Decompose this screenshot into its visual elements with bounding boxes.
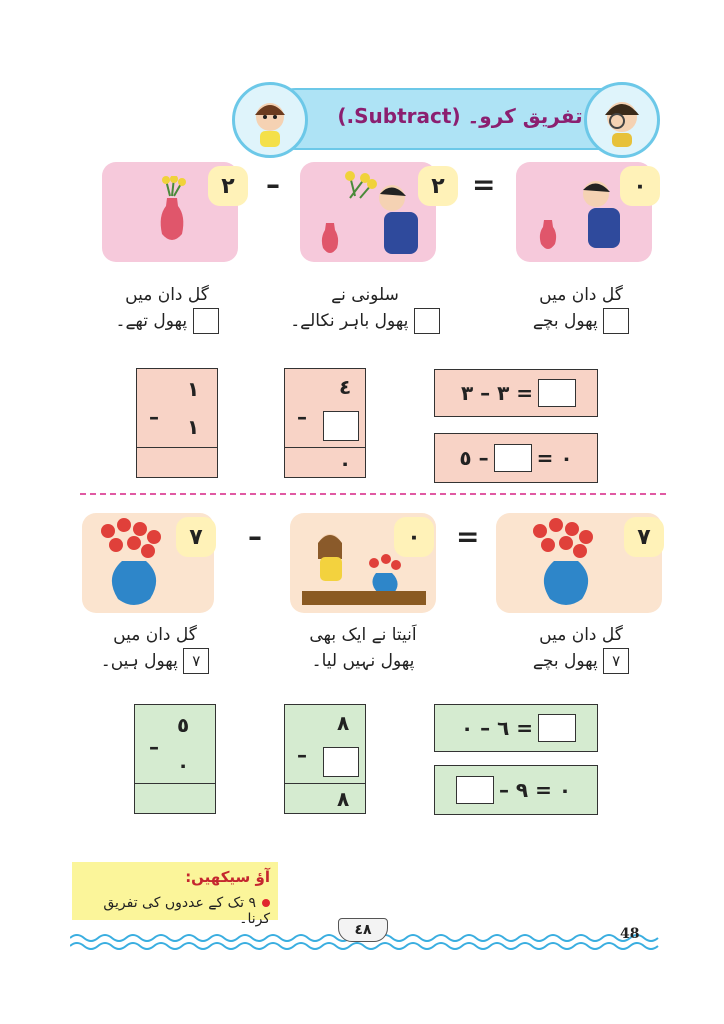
answer-box[interactable] (323, 411, 359, 441)
card-number-badge: ٠ (394, 517, 434, 557)
equation-a: ٦ – ٠ = (434, 704, 598, 752)
picture-card-taken-out (300, 162, 436, 262)
girl-avatar-icon (232, 82, 308, 158)
page-badge: ٤٨ (338, 918, 388, 942)
caption-none-taken: اَنیتا نے ایک بھی پھول نہیں لیا۔ (309, 625, 417, 671)
answer-box[interactable] (413, 308, 440, 334)
note-title: آؤ سیکھیں: (185, 868, 270, 886)
card-number-badge: ٧ (176, 517, 216, 557)
column-subtraction-b: ٤ – ٠ (284, 368, 366, 478)
equals-sign: = (472, 168, 496, 201)
answer-box[interactable] (603, 308, 630, 334)
page-title: تفریق کرو۔ (Subtract.) (337, 104, 583, 128)
card-number-badge: ٧ (624, 517, 664, 557)
bullet-icon (262, 899, 270, 907)
equation-b: – ٠ = ٩ (434, 765, 598, 815)
answer-box[interactable]: ٧ (603, 648, 630, 674)
minus-sign: – (266, 168, 280, 201)
minus-sign: – (248, 520, 262, 553)
answer-box[interactable] (192, 308, 219, 334)
answer-box[interactable] (455, 776, 494, 804)
answer-box[interactable] (538, 379, 577, 407)
equation-a: ٣ – ٣ = (434, 369, 598, 417)
column-subtraction-a: ٥ – ٠ (134, 704, 216, 814)
caption-remaining: گل دان میں ٧ پھول بچے (506, 622, 656, 674)
equals-sign: = (456, 520, 480, 553)
equation-b: ٥ – = ٠ (434, 433, 598, 483)
answer-box[interactable]: ٧ (183, 648, 210, 674)
column-subtraction-b: ٨ – ٨ (284, 704, 366, 814)
caption-initial: گل دان میں پھول تھے۔ (92, 282, 242, 334)
caption-initial: گل دان میں ٧ پھول ہیں۔ (80, 622, 230, 674)
section-divider (80, 493, 666, 495)
note-text: ٩ تک کے عددوں کی تفریق کرنا۔ (103, 895, 270, 927)
column-subtraction-a: ١ – ١ (136, 368, 218, 478)
page-number: 48 (620, 926, 640, 942)
child-magnifier-avatar-icon (584, 82, 660, 158)
card-number-badge: ٢ (418, 166, 458, 206)
answer-box[interactable] (493, 444, 532, 472)
answer-box[interactable] (323, 747, 359, 777)
card-number-badge: ٠ (620, 166, 660, 206)
caption-taken-out: سلونی نے پھول باہر نکالے۔ (290, 282, 440, 334)
caption-remaining: گل دان میں پھول بچے (506, 282, 656, 334)
card-number-badge: ٢ (208, 166, 248, 206)
answer-box[interactable] (538, 714, 577, 742)
